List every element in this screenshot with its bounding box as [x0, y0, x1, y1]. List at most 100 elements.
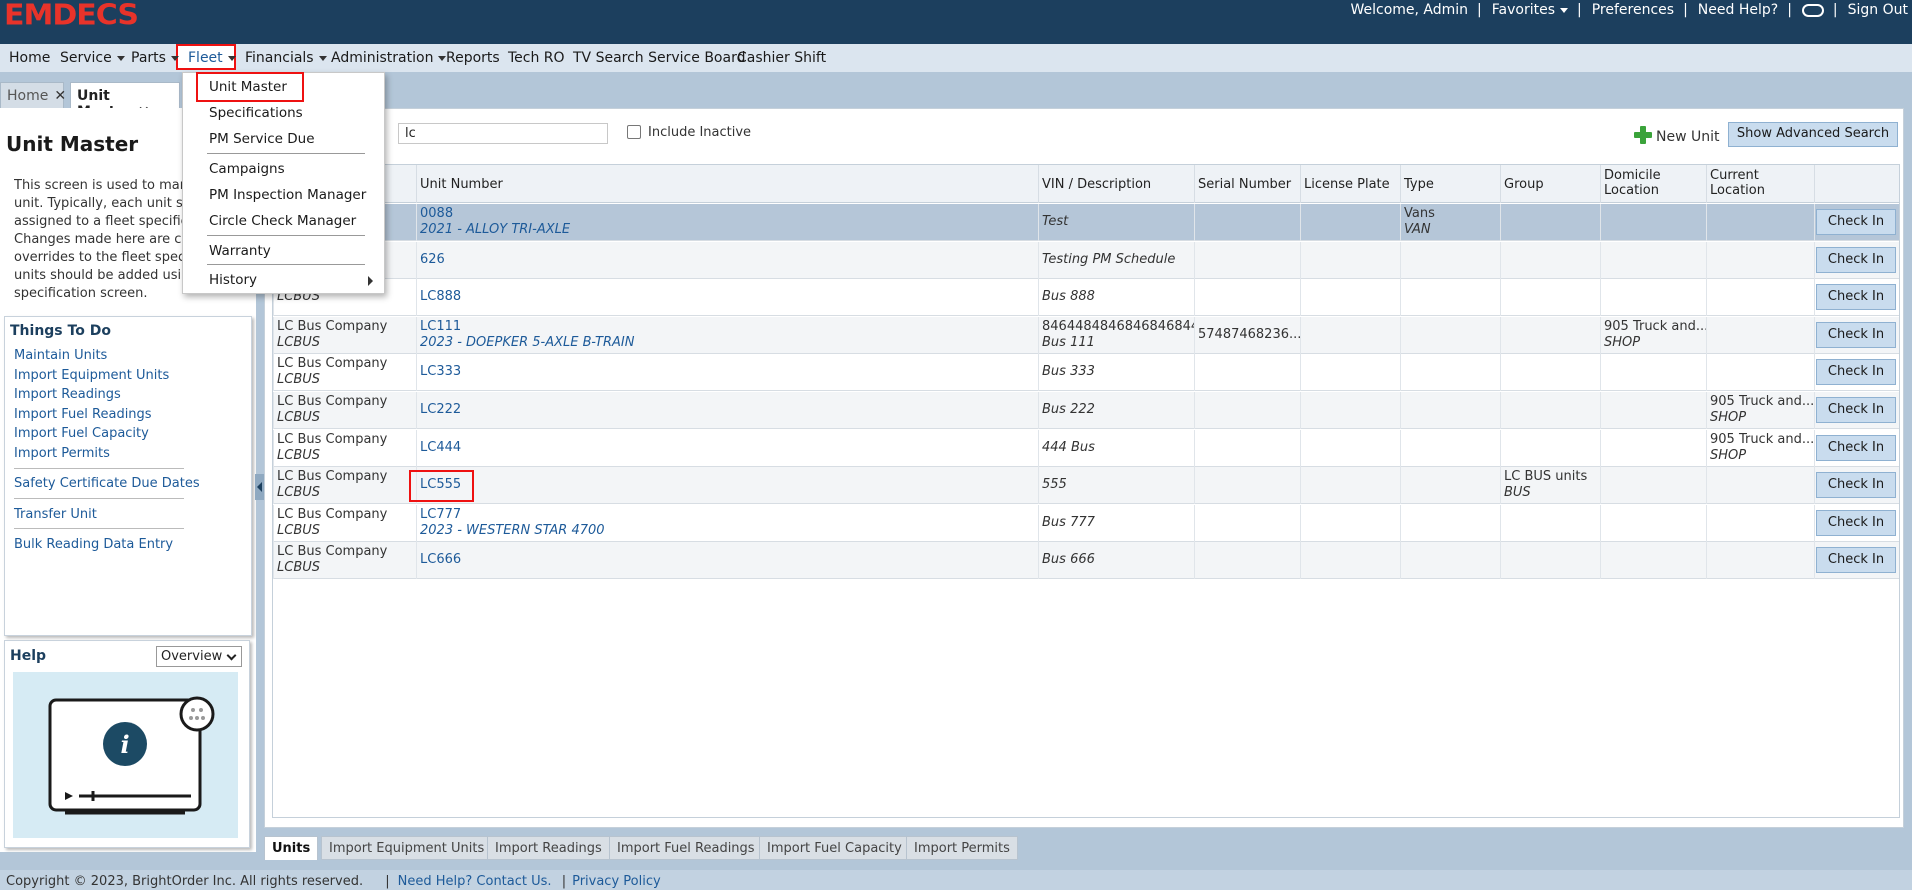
check-in-button[interactable]: Check In: [1816, 397, 1896, 423]
need-help-link[interactable]: Need Help?: [1698, 2, 1778, 18]
table-cell[interactable]: LC333: [416, 354, 1038, 392]
bottom-tab-units[interactable]: Units: [264, 836, 319, 860]
nav-parts[interactable]: Parts: [131, 50, 179, 66]
new-unit-button[interactable]: New Unit: [1634, 126, 1720, 145]
show-advanced-search-button[interactable]: Show Advanced Search: [1728, 122, 1898, 147]
menu-item-specifications[interactable]: Specifications: [209, 105, 303, 121]
nav-tv-search[interactable]: TV Search Service Board: [573, 50, 745, 66]
cell-primary-text[interactable]: LC111: [420, 319, 1035, 335]
check-in-button[interactable]: Check In: [1816, 472, 1896, 499]
help-topic-select[interactable]: Overview: [156, 646, 242, 667]
table-cell[interactable]: LC444: [416, 429, 1038, 467]
check-in-button[interactable]: Check In: [1816, 547, 1896, 574]
check-in-button[interactable]: Check In: [1816, 209, 1896, 235]
menu-item-history[interactable]: History: [209, 272, 257, 288]
table-row[interactable]: LC Bus Company LCBUS LC333 Bus 333 Check In: [273, 354, 1899, 392]
check-in-button[interactable]: Check In: [1816, 509, 1896, 536]
column-header[interactable]: Type: [1400, 165, 1500, 203]
close-icon[interactable]: ✕: [54, 88, 66, 104]
cell-primary-text[interactable]: LC888: [420, 289, 1035, 305]
favorites-menu[interactable]: Favorites: [1492, 2, 1569, 18]
nav-home[interactable]: Home: [9, 50, 50, 66]
bottom-tab-import-equipment-units[interactable]: Import Equipment Units: [321, 836, 493, 860]
bulk-reading-link[interactable]: Bulk Reading Data Entry: [14, 537, 173, 552]
cell-primary-text[interactable]: LC555: [420, 477, 1035, 493]
table-row[interactable]: LC Bus Company LCBUS LC222 Bus 222 905 Truc…: [273, 392, 1899, 429]
check-in-button[interactable]: Check In: [1816, 434, 1896, 461]
preferences-link[interactable]: Preferences: [1592, 2, 1674, 18]
table-cell: [1300, 204, 1400, 241]
import-equipment-units-link[interactable]: Import Equipment Units: [14, 368, 169, 383]
table-cell[interactable]: 0088 2021 - ALLOY TRI-AXLE: [416, 204, 1038, 241]
menu-item-pm-service-due[interactable]: PM Service Due: [209, 131, 315, 147]
transfer-unit-link[interactable]: Transfer Unit: [14, 507, 97, 522]
nav-financials[interactable]: Financials: [245, 50, 327, 66]
help-video-thumbnail[interactable]: i: [13, 672, 238, 838]
contact-link[interactable]: Need Help? Contact Us.: [398, 874, 552, 889]
cell-primary-text[interactable]: LC333: [420, 364, 1035, 380]
nav-fleet[interactable]: Fleet: [188, 50, 236, 66]
import-fuel-capacity-link[interactable]: Import Fuel Capacity: [14, 426, 149, 441]
import-fuel-readings-link[interactable]: Import Fuel Readings: [14, 407, 152, 422]
nav-service[interactable]: Service: [60, 50, 125, 66]
column-header[interactable]: Domicile Location: [1600, 165, 1706, 203]
check-in-button[interactable]: Check In: [1816, 359, 1896, 386]
column-header[interactable]: Current Location: [1706, 165, 1814, 203]
menu-item-campaigns[interactable]: Campaigns: [209, 161, 285, 177]
cell-primary-text[interactable]: LC222: [420, 402, 1035, 418]
column-header[interactable]: Unit Number: [416, 165, 1038, 203]
check-in-button[interactable]: Check In: [1816, 284, 1896, 311]
cell-primary-text[interactable]: LC777: [420, 507, 1035, 523]
cell-primary-text[interactable]: 626: [420, 252, 1035, 268]
table-cell[interactable]: 626: [416, 241, 1038, 279]
table-cell[interactable]: LC777 2023 - WESTERN STAR 4700: [416, 504, 1038, 542]
table-row[interactable]: LCBUS LC888 Bus 888 Check In: [273, 279, 1899, 317]
privacy-link[interactable]: Privacy Policy: [572, 874, 661, 889]
import-permits-link[interactable]: Import Permits: [14, 446, 110, 461]
cell-primary-text[interactable]: 0088: [420, 206, 1035, 222]
bottom-tab-import-readings[interactable]: Import Readings: [487, 836, 610, 860]
column-header[interactable]: License Plate: [1300, 165, 1400, 203]
tab-unit-master[interactable]: Unit Master✕: [70, 82, 180, 120]
table-cell[interactable]: LC111 2023 - DOEPKER 5-AXLE B-TRAIN: [416, 316, 1038, 354]
maintain-units-link[interactable]: Maintain Units: [14, 348, 107, 363]
table-row[interactable]: LC Bus Company LCBUS LC777 2023 - WESTERN S…: [273, 504, 1899, 542]
table-row[interactable]: 0088 2021 - ALLOY TRI-AXLE Test Vans VAN Ch…: [273, 204, 1899, 241]
table-row[interactable]: LC Bus Company LCBUS LC444 444 Bus 905 Truc…: [273, 429, 1899, 467]
table-cell[interactable]: LC666: [416, 542, 1038, 580]
import-readings-link[interactable]: Import Readings: [14, 387, 121, 402]
nav-administration[interactable]: Administration: [331, 50, 447, 66]
menu-item-warranty[interactable]: Warranty: [209, 243, 271, 259]
check-in-button[interactable]: Check In: [1816, 246, 1896, 273]
table-row[interactable]: LC Bus Company LCBUS LC111 2023 - DOEPKER 5…: [273, 316, 1899, 354]
cell-primary-text[interactable]: LC666: [420, 552, 1035, 568]
column-header[interactable]: Group: [1500, 165, 1600, 203]
bottom-tab-import-fuel-capacity[interactable]: Import Fuel Capacity: [759, 836, 910, 860]
cell-primary-text: [1604, 244, 1703, 260]
table-cell[interactable]: LC888: [416, 279, 1038, 317]
menu-item-pm-inspection-manager[interactable]: PM Inspection Manager: [209, 187, 366, 203]
chevron-down-icon: [318, 55, 327, 61]
bottom-tab-import-fuel-readings[interactable]: Import Fuel Readings: [609, 836, 763, 860]
app-logo[interactable]: EMDECS: [4, 0, 139, 31]
table-row[interactable]: LC Bus Company LCBUS LC555 555 LC BUS units…: [273, 467, 1899, 505]
include-inactive-checkbox[interactable]: [627, 125, 641, 139]
table-cell[interactable]: LC555: [416, 467, 1038, 505]
nav-reports[interactable]: Reports: [446, 50, 500, 66]
search-input[interactable]: [398, 123, 608, 144]
column-header[interactable]: VIN / Description: [1038, 165, 1194, 203]
bottom-tab-import-permits[interactable]: Import Permits: [906, 836, 1018, 860]
tab-home[interactable]: Home ✕: [0, 82, 66, 108]
safety-certificate-link[interactable]: Safety Certificate Due Dates: [14, 476, 200, 491]
sign-out-link[interactable]: Sign Out: [1848, 2, 1908, 18]
chat-icon[interactable]: [1801, 3, 1824, 17]
check-in-button[interactable]: Check In: [1816, 321, 1896, 348]
column-header[interactable]: Serial Number: [1194, 165, 1300, 203]
menu-item-circle-check-manager[interactable]: Circle Check Manager: [209, 213, 356, 229]
nav-tech-ro[interactable]: Tech RO: [508, 50, 565, 66]
table-row[interactable]: 626 Testing PM Schedule Check In: [273, 241, 1899, 279]
cell-primary-text[interactable]: LC444: [420, 440, 1035, 456]
table-cell[interactable]: LC222: [416, 392, 1038, 429]
table-row[interactable]: LC Bus Company LCBUS LC666 Bus 666 Check In: [273, 542, 1899, 580]
nav-cashier-shift[interactable]: Cashier Shift: [737, 50, 826, 66]
